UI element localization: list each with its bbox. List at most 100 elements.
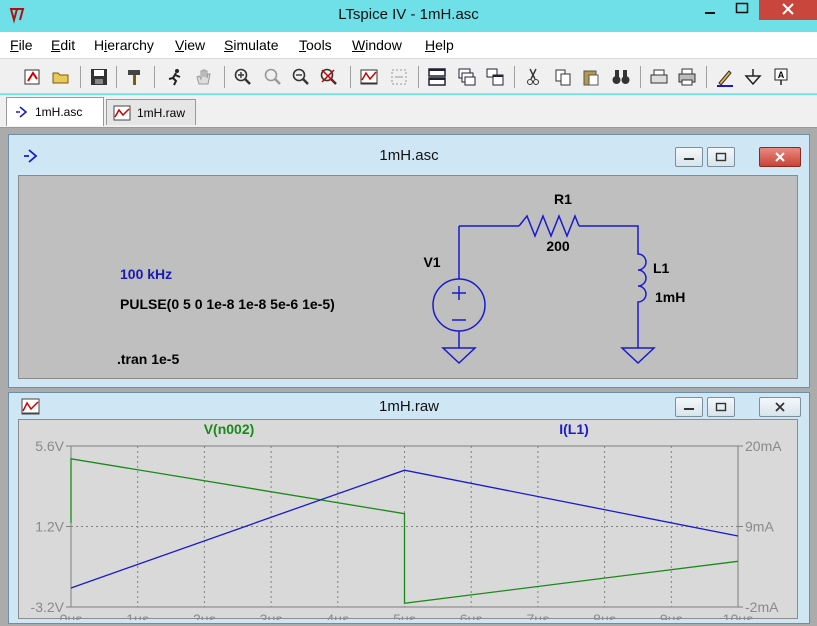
waveform-window: 1mH.raw 0µs 1µs 2µs 3µs 4µs 5µs 6µs 7µs 8µs 9µs 10…: [8, 392, 810, 626]
r1-value-label: 200: [546, 238, 570, 254]
legend-i-l1[interactable]: I(L1): [559, 421, 589, 437]
schematic-restore-button[interactable]: [707, 147, 735, 167]
waveform-plot-pane[interactable]: 0µs 1µs 2µs 3µs 4µs 5µs 6µs 7µs 8µs 9µs 10µs 5.6V 1.…: [18, 419, 798, 626]
save-button[interactable]: [88, 66, 110, 88]
x-tick-label: 4µs: [326, 611, 349, 620]
menu-window[interactable]: Window: [352, 37, 402, 53]
tab-1mh-asc[interactable]: 1mH.asc: [6, 97, 104, 126]
schematic-window-titlebar: 1mH.asc: [9, 135, 809, 175]
waveform-restore-button[interactable]: [707, 397, 735, 417]
legend-v-n002[interactable]: V(n002): [204, 421, 255, 437]
ground-symbol: [441, 347, 477, 365]
control-panel-button[interactable]: [124, 66, 146, 88]
find-icon: [612, 70, 630, 84]
v1-name-label: V1: [423, 254, 440, 270]
svg-text:A: A: [778, 70, 785, 80]
ground-symbol: [620, 347, 656, 365]
minimize-icon: [705, 12, 715, 14]
toolbar: A: [0, 58, 817, 94]
print-setup-icon: [650, 69, 668, 84]
pan-button[interactable]: [192, 66, 214, 88]
l1-name-label: L1: [653, 260, 670, 276]
paste-button[interactable]: [580, 66, 602, 88]
paste-icon: [583, 70, 599, 86]
cascade-button[interactable]: [456, 66, 478, 88]
zoom-fit-button[interactable]: [262, 66, 284, 88]
draw-wire-button[interactable]: [714, 66, 736, 88]
y-right-tick-label: 20mA: [745, 438, 782, 454]
tile-vertical-button[interactable]: [484, 66, 506, 88]
schematic-icon: [16, 106, 28, 118]
x-tick-label: 9µs: [660, 611, 683, 620]
menu-simulate[interactable]: Simulate: [224, 37, 278, 53]
waveform-window-titlebar: 1mH.raw: [9, 393, 809, 419]
r1-name-label: R1: [554, 191, 572, 207]
run-simulation-button[interactable]: [164, 66, 186, 88]
y-right-tick-label: -2mA: [745, 599, 779, 615]
tile-vertical-icon: [486, 68, 504, 86]
cascade-icon: [458, 68, 476, 86]
cut-button[interactable]: [522, 66, 544, 88]
schematic-minimize-button[interactable]: [675, 147, 703, 167]
wire-top-right: [579, 225, 639, 249]
waveform-button[interactable]: [358, 66, 380, 88]
document-tabs: 1mH.asc 1mH.raw: [0, 95, 817, 128]
schematic-close-button[interactable]: [759, 147, 801, 167]
schematic-drawing: R1 200 V1 L1 1mH 100 kHz PULSE(0 5 0 1e-…: [117, 191, 685, 367]
label-icon: A: [774, 68, 788, 85]
tile-horizontal-icon: [428, 68, 446, 86]
menu-file[interactable]: File: [10, 37, 33, 53]
waveform-icon: [360, 69, 378, 85]
x-tick-label: 3µs: [260, 611, 283, 620]
copy-button[interactable]: [552, 66, 574, 88]
save-icon: [91, 69, 107, 85]
ground-button[interactable]: [742, 66, 764, 88]
zoom-cancel-button[interactable]: [318, 66, 340, 88]
resistor-r1[interactable]: [518, 213, 580, 239]
waveform-icon: [113, 105, 131, 120]
find-button[interactable]: [610, 66, 632, 88]
y-right-tick-label: 9mA: [745, 519, 774, 535]
minimize-button[interactable]: [695, 0, 725, 20]
menu-help[interactable]: Help: [425, 37, 454, 53]
zoom-cancel-icon: [320, 68, 337, 85]
menu-bar: File Edit Hierarchy View Simulate Tools …: [0, 32, 817, 58]
print-setup-button[interactable]: [648, 66, 670, 88]
tile-horizontal-button[interactable]: [426, 66, 448, 88]
tab-1mh-raw[interactable]: 1mH.raw: [106, 99, 196, 125]
x-tick-label: 8µs: [593, 611, 616, 620]
waveform-minimize-button[interactable]: [675, 397, 703, 417]
x-tick-label: 7µs: [526, 611, 549, 620]
menu-hierarchy[interactable]: Hierarchy: [94, 37, 154, 53]
open-button[interactable]: [50, 66, 72, 88]
maximize-button[interactable]: [727, 0, 757, 20]
schematic-canvas[interactable]: R1 200 V1 L1 1mH 100 kHz PULSE(0 5 0 1e-…: [18, 175, 798, 379]
menu-tools[interactable]: Tools: [299, 37, 332, 53]
autorange-button[interactable]: [388, 66, 410, 88]
open-icon: [52, 72, 69, 84]
close-button[interactable]: [759, 0, 817, 20]
y-left-tick-label: 1.2V: [35, 519, 64, 535]
hand-icon: [196, 69, 211, 85]
waveform-close-button[interactable]: [759, 397, 801, 417]
window-titlebar: LTspice IV - 1mH.asc: [0, 0, 817, 30]
tran-directive: .tran 1e-5: [117, 351, 179, 367]
menu-view[interactable]: View: [175, 37, 205, 53]
inductor-l1[interactable]: [637, 249, 647, 309]
print-button[interactable]: [676, 66, 698, 88]
zoom-fit-icon: [264, 68, 281, 85]
ground-icon: [744, 69, 762, 86]
cut-icon: [527, 68, 539, 85]
pencil-icon: [717, 70, 733, 87]
zoom-in-icon: [234, 68, 251, 85]
label-net-button[interactable]: A: [770, 66, 792, 88]
zoom-in-button[interactable]: [232, 66, 254, 88]
menu-edit[interactable]: Edit: [51, 37, 75, 53]
runner-icon: [168, 69, 181, 86]
run-button[interactable]: [22, 66, 44, 88]
zoom-out-button[interactable]: [290, 66, 312, 88]
zoom-out-icon: [292, 68, 309, 85]
minimize-icon: [684, 158, 694, 160]
restore-icon: [715, 152, 727, 162]
close-icon: [782, 3, 794, 15]
